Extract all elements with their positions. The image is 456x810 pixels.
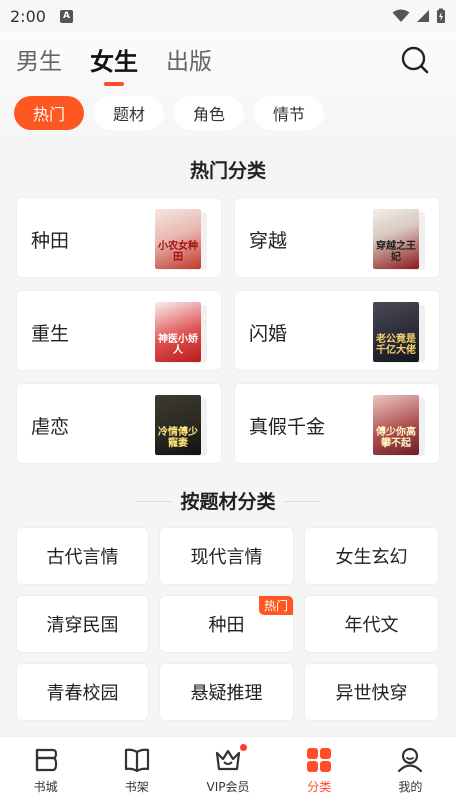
theme-section-title: 按题材分类 bbox=[0, 487, 456, 514]
tab-female[interactable]: 女生 bbox=[90, 42, 138, 86]
hot-card-tragic-romance[interactable]: 虐恋 冷情傅少寵妻 bbox=[16, 383, 222, 464]
hot-card-label: 虐恋 bbox=[31, 416, 70, 438]
cover-title: 老公竟是千亿大佬 bbox=[376, 334, 416, 356]
nav-label: 分类 bbox=[307, 780, 332, 794]
filter-chips: 热门 题材 角色 情节 bbox=[14, 96, 324, 130]
nav-vip[interactable]: VIP会员 bbox=[182, 737, 273, 810]
hot-card-rebirth[interactable]: 重生 神医小娇人 bbox=[16, 290, 222, 371]
battery-charging-icon bbox=[437, 8, 445, 23]
nav-label: VIP会员 bbox=[206, 780, 250, 794]
bookshelf-icon bbox=[124, 748, 149, 773]
theme-category-grid: 古代言情 现代言情 女生玄幻 清穿民国 种田 热门 年代文 青春校园 悬疑推理 … bbox=[16, 527, 440, 721]
tab-male[interactable]: 男生 bbox=[16, 42, 62, 80]
hot-badge: 热门 bbox=[258, 596, 293, 615]
hot-section-title: 热门分类 bbox=[189, 160, 266, 182]
nav-label: 我的 bbox=[398, 780, 423, 794]
status-time: 2:00 bbox=[10, 6, 46, 26]
notification-dot bbox=[240, 744, 247, 751]
category-female-fantasy[interactable]: 女生玄幻 bbox=[304, 527, 439, 585]
book-cover-image: 穿越之王妃 bbox=[373, 209, 419, 269]
category-quick-transmigration[interactable]: 异世快穿 bbox=[304, 663, 439, 721]
status-bar: 2:00 A bbox=[0, 0, 456, 32]
hot-card-label: 穿越 bbox=[249, 230, 288, 252]
category-era[interactable]: 年代文 bbox=[304, 595, 439, 653]
bookstore-icon bbox=[35, 748, 57, 772]
hot-card-label: 真假千金 bbox=[249, 416, 326, 438]
profile-icon bbox=[398, 747, 423, 773]
book-cover-image: 傅少你高攀不起 bbox=[373, 395, 419, 455]
category-ancient-romance[interactable]: 古代言情 bbox=[16, 527, 149, 585]
cover-title: 冷情傅少寵妻 bbox=[158, 427, 198, 449]
status-icons bbox=[392, 8, 446, 24]
book-cover-image: 老公竟是千亿大佬 bbox=[373, 302, 419, 362]
book-cover-image: 小农女种田 bbox=[155, 209, 201, 269]
nav-label: 书架 bbox=[124, 780, 149, 794]
category-farming[interactable]: 种田 热门 bbox=[159, 595, 294, 653]
bottom-navigation: 书城 书架 VIP会员 分类 我的 bbox=[0, 736, 456, 810]
cover-title: 穿越之王妃 bbox=[376, 241, 416, 263]
cover-title: 神医小娇人 bbox=[158, 334, 198, 356]
wifi-icon bbox=[392, 9, 410, 22]
hot-card-time-travel[interactable]: 穿越 穿越之王妃 bbox=[234, 197, 440, 278]
cover-title: 小农女种田 bbox=[158, 241, 198, 263]
nav-bookstore[interactable]: 书城 bbox=[0, 737, 91, 810]
chip-plot[interactable]: 情节 bbox=[254, 96, 324, 130]
signal-icon bbox=[417, 10, 429, 22]
chip-theme[interactable]: 题材 bbox=[94, 96, 164, 130]
hot-card-label: 种田 bbox=[31, 230, 70, 252]
notification-a-icon: A bbox=[59, 9, 73, 23]
nav-profile[interactable]: 我的 bbox=[365, 737, 456, 810]
chip-role[interactable]: 角色 bbox=[174, 96, 244, 130]
book-cover-image: 冷情傅少寵妻 bbox=[155, 395, 201, 455]
tab-publish[interactable]: 出版 bbox=[166, 42, 212, 80]
hot-category-grid: 种田 小农女种田 穿越 穿越之王妃 重生 神医小娇人 闪婚 老公竟是千亿大佬 虐… bbox=[16, 197, 440, 464]
nav-bookshelf[interactable]: 书架 bbox=[91, 737, 182, 810]
category-farming-label: 种田 bbox=[208, 615, 245, 636]
hot-card-farming[interactable]: 种田 小农女种田 bbox=[16, 197, 222, 278]
vip-crown-icon bbox=[215, 749, 241, 771]
hot-card-flash-marriage[interactable]: 闪婚 老公竟是千亿大佬 bbox=[234, 290, 440, 371]
category-grid-icon bbox=[307, 748, 332, 772]
category-qing-republic[interactable]: 清穿民国 bbox=[16, 595, 149, 653]
chip-hot[interactable]: 热门 bbox=[14, 96, 84, 130]
category-campus[interactable]: 青春校园 bbox=[16, 663, 149, 721]
book-cover-image: 神医小娇人 bbox=[155, 302, 201, 362]
hot-card-real-fake-heiress[interactable]: 真假千金 傅少你高攀不起 bbox=[234, 383, 440, 464]
nav-category[interactable]: 分类 bbox=[274, 737, 365, 810]
category-mystery[interactable]: 悬疑推理 bbox=[159, 663, 294, 721]
gender-tabs: 男生 女生 出版 bbox=[16, 42, 212, 86]
category-modern-romance[interactable]: 现代言情 bbox=[159, 527, 294, 585]
hot-card-label: 闪婚 bbox=[249, 323, 288, 345]
nav-label: 书城 bbox=[33, 780, 58, 794]
theme-section-title-text: 按题材分类 bbox=[180, 491, 276, 513]
search-icon[interactable] bbox=[400, 45, 430, 75]
cover-title: 傅少你高攀不起 bbox=[376, 427, 416, 449]
hot-card-label: 重生 bbox=[31, 323, 70, 345]
